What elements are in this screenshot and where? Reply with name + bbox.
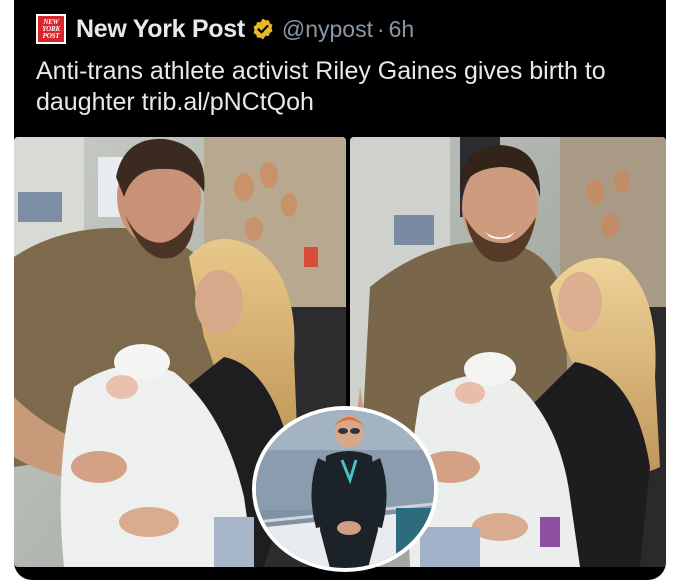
verified-badge-icon [253,18,273,40]
tweet-header: NEW YORK POST New York Post @nypost · 6h [36,12,414,46]
tweet-text: Anti-trans athlete activist Riley Gaines… [36,57,606,116]
account-handle[interactable]: @nypost [282,16,373,43]
new-york-post-logo-icon[interactable]: NEW YORK POST [36,14,66,44]
athlete-inset-photo[interactable] [252,406,438,572]
post-time[interactable]: 6h [389,16,415,43]
separator-dot: · [376,15,385,42]
tweet-media[interactable] [14,137,666,572]
account-name[interactable]: New York Post [76,15,245,44]
logo-line-3: POST [42,31,60,40]
tweet-card[interactable]: NEW YORK POST New York Post @nypost · 6h… [14,0,666,580]
